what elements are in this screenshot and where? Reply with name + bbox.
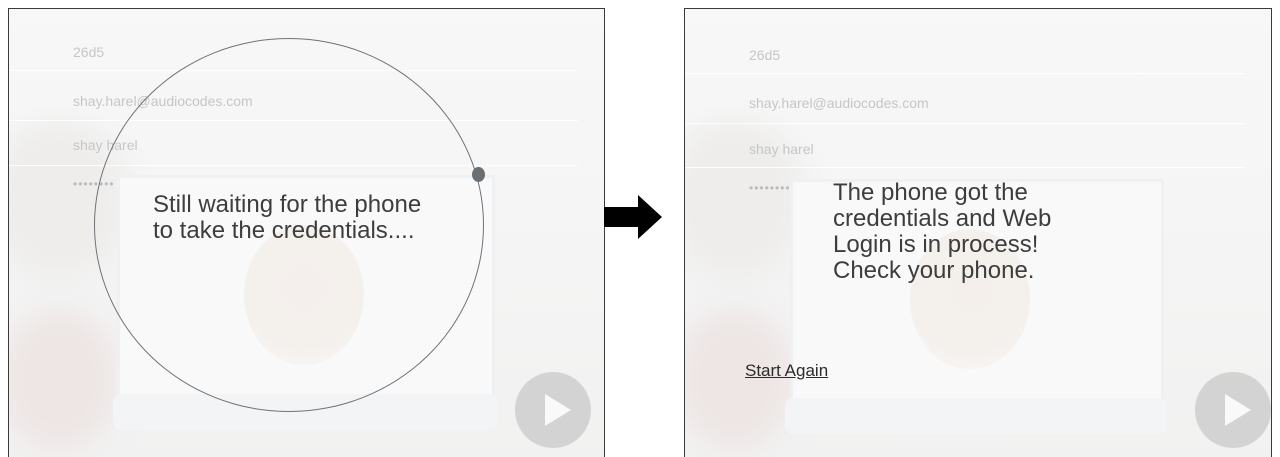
success-message: The phone got the credentials and Web Lo… xyxy=(833,179,1052,284)
start-again-link[interactable]: Start Again xyxy=(745,361,828,381)
email-field: shay.harel@audiocodes.com xyxy=(749,95,929,111)
success-state-panel: 26d5 shay.harel@audiocodes.com shay hare… xyxy=(684,8,1272,457)
name-field: shay harel xyxy=(749,141,814,157)
form-divider xyxy=(685,73,1245,74)
waiting-message: Still waiting for the phone to take the … xyxy=(153,191,422,244)
password-field: •••••••• xyxy=(749,181,791,195)
play-icon[interactable] xyxy=(1195,372,1271,448)
waiting-state-panel: 26d5 shay.harel@audiocodes.com shay hare… xyxy=(8,8,605,457)
comparison-stage: 26d5 shay.harel@audiocodes.com shay hare… xyxy=(0,0,1280,457)
cursor-dot xyxy=(472,167,485,182)
code-field: 26d5 xyxy=(73,44,105,60)
right-arrow-icon xyxy=(604,195,662,239)
play-icon[interactable] xyxy=(515,372,591,448)
form-divider xyxy=(685,123,1245,124)
code-field: 26d5 xyxy=(749,47,781,63)
form-divider xyxy=(685,167,1245,168)
